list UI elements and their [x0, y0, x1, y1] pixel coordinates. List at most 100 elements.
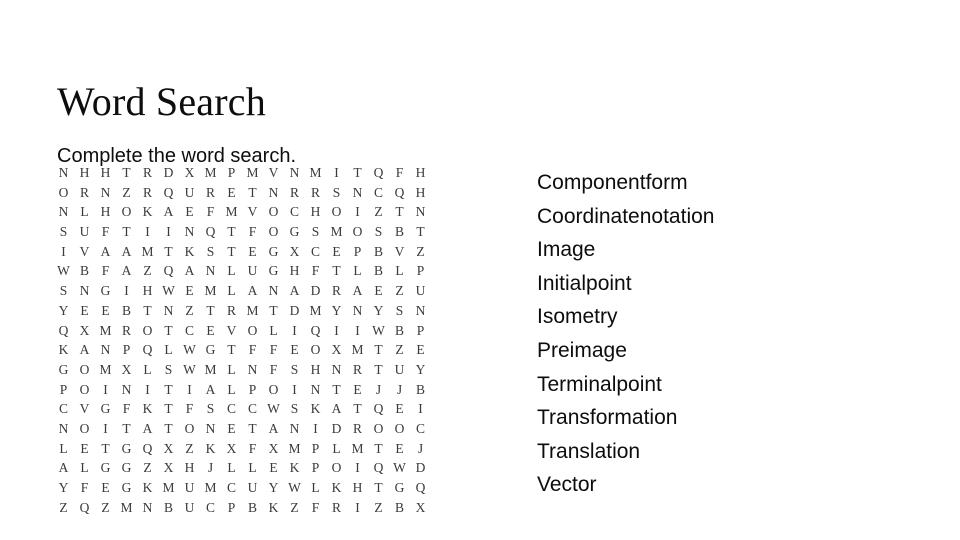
grid-cell[interactable]: L: [305, 478, 326, 498]
grid-cell[interactable]: E: [221, 419, 242, 439]
grid-cell[interactable]: A: [116, 261, 137, 281]
grid-cell[interactable]: T: [158, 321, 179, 341]
grid-cell[interactable]: S: [389, 301, 410, 321]
grid-cell[interactable]: Y: [368, 301, 389, 321]
grid-cell[interactable]: H: [95, 163, 116, 183]
grid-cell[interactable]: O: [74, 419, 95, 439]
grid-cell[interactable]: I: [179, 380, 200, 400]
grid-cell[interactable]: N: [263, 183, 284, 203]
grid-cell[interactable]: N: [242, 360, 263, 380]
grid-cell[interactable]: N: [53, 163, 74, 183]
grid-cell[interactable]: T: [116, 419, 137, 439]
grid-cell[interactable]: Q: [410, 478, 431, 498]
grid-cell[interactable]: B: [158, 498, 179, 518]
grid-cell[interactable]: Y: [326, 301, 347, 321]
grid-cell[interactable]: S: [53, 222, 74, 242]
grid-cell[interactable]: P: [347, 242, 368, 262]
grid-cell[interactable]: J: [200, 458, 221, 478]
grid-cell[interactable]: Z: [137, 261, 158, 281]
grid-cell[interactable]: L: [221, 281, 242, 301]
grid-cell[interactable]: U: [389, 360, 410, 380]
grid-cell[interactable]: Q: [53, 321, 74, 341]
grid-cell[interactable]: X: [74, 321, 95, 341]
grid-cell[interactable]: G: [263, 242, 284, 262]
grid-cell[interactable]: L: [242, 458, 263, 478]
grid-cell[interactable]: A: [137, 419, 158, 439]
grid-cell[interactable]: P: [305, 439, 326, 459]
grid-cell[interactable]: Y: [410, 360, 431, 380]
grid-cell[interactable]: N: [410, 202, 431, 222]
grid-cell[interactable]: U: [179, 183, 200, 203]
grid-cell[interactable]: K: [137, 478, 158, 498]
grid-cell[interactable]: M: [200, 478, 221, 498]
grid-cell[interactable]: U: [179, 498, 200, 518]
grid-cell[interactable]: Z: [179, 439, 200, 459]
grid-cell[interactable]: I: [158, 222, 179, 242]
grid-cell[interactable]: B: [410, 380, 431, 400]
grid-cell[interactable]: Z: [95, 498, 116, 518]
grid-cell[interactable]: M: [305, 301, 326, 321]
grid-cell[interactable]: T: [326, 380, 347, 400]
grid-cell[interactable]: R: [305, 183, 326, 203]
grid-cell[interactable]: T: [347, 399, 368, 419]
grid-cell[interactable]: G: [95, 399, 116, 419]
grid-cell[interactable]: W: [53, 261, 74, 281]
grid-cell[interactable]: H: [305, 202, 326, 222]
grid-cell[interactable]: I: [137, 222, 158, 242]
grid-cell[interactable]: T: [221, 242, 242, 262]
grid-cell[interactable]: N: [284, 163, 305, 183]
grid-cell[interactable]: C: [368, 183, 389, 203]
grid-cell[interactable]: X: [221, 439, 242, 459]
grid-cell[interactable]: O: [326, 458, 347, 478]
grid-cell[interactable]: P: [410, 261, 431, 281]
grid-cell[interactable]: L: [221, 261, 242, 281]
grid-cell[interactable]: Z: [368, 498, 389, 518]
grid-cell[interactable]: X: [158, 439, 179, 459]
word-search-grid[interactable]: NHHTRDXMPMVNMITQFHORNZRQURETNRRSNCQHNLHO…: [53, 163, 431, 517]
grid-cell[interactable]: J: [389, 380, 410, 400]
grid-cell[interactable]: A: [179, 261, 200, 281]
grid-cell[interactable]: G: [53, 360, 74, 380]
grid-cell[interactable]: T: [368, 478, 389, 498]
grid-cell[interactable]: T: [347, 163, 368, 183]
grid-cell[interactable]: Z: [410, 242, 431, 262]
grid-cell[interactable]: G: [200, 340, 221, 360]
grid-cell[interactable]: Q: [200, 222, 221, 242]
grid-cell[interactable]: N: [263, 281, 284, 301]
grid-cell[interactable]: G: [95, 458, 116, 478]
grid-cell[interactable]: S: [305, 222, 326, 242]
grid-cell[interactable]: Q: [368, 458, 389, 478]
grid-cell[interactable]: D: [326, 419, 347, 439]
grid-cell[interactable]: T: [116, 163, 137, 183]
grid-cell[interactable]: R: [284, 183, 305, 203]
grid-cell[interactable]: O: [389, 419, 410, 439]
grid-cell[interactable]: W: [179, 340, 200, 360]
grid-cell[interactable]: D: [305, 281, 326, 301]
grid-cell[interactable]: E: [179, 281, 200, 301]
grid-cell[interactable]: F: [200, 202, 221, 222]
grid-cell[interactable]: A: [263, 419, 284, 439]
grid-cell[interactable]: G: [95, 281, 116, 301]
grid-cell[interactable]: I: [347, 458, 368, 478]
grid-cell[interactable]: O: [179, 419, 200, 439]
grid-cell[interactable]: E: [200, 321, 221, 341]
grid-cell[interactable]: E: [347, 380, 368, 400]
grid-cell[interactable]: G: [116, 439, 137, 459]
grid-cell[interactable]: E: [326, 242, 347, 262]
grid-cell[interactable]: L: [137, 360, 158, 380]
grid-cell[interactable]: B: [389, 498, 410, 518]
grid-cell[interactable]: M: [284, 439, 305, 459]
grid-cell[interactable]: O: [74, 360, 95, 380]
grid-cell[interactable]: Q: [137, 340, 158, 360]
grid-cell[interactable]: U: [242, 261, 263, 281]
grid-cell[interactable]: M: [221, 202, 242, 222]
grid-cell[interactable]: P: [410, 321, 431, 341]
grid-cell[interactable]: O: [368, 419, 389, 439]
grid-cell[interactable]: T: [389, 202, 410, 222]
grid-cell[interactable]: Z: [116, 183, 137, 203]
grid-cell[interactable]: K: [137, 399, 158, 419]
grid-cell[interactable]: M: [200, 360, 221, 380]
grid-cell[interactable]: S: [200, 242, 221, 262]
grid-cell[interactable]: E: [221, 183, 242, 203]
grid-cell[interactable]: N: [179, 222, 200, 242]
